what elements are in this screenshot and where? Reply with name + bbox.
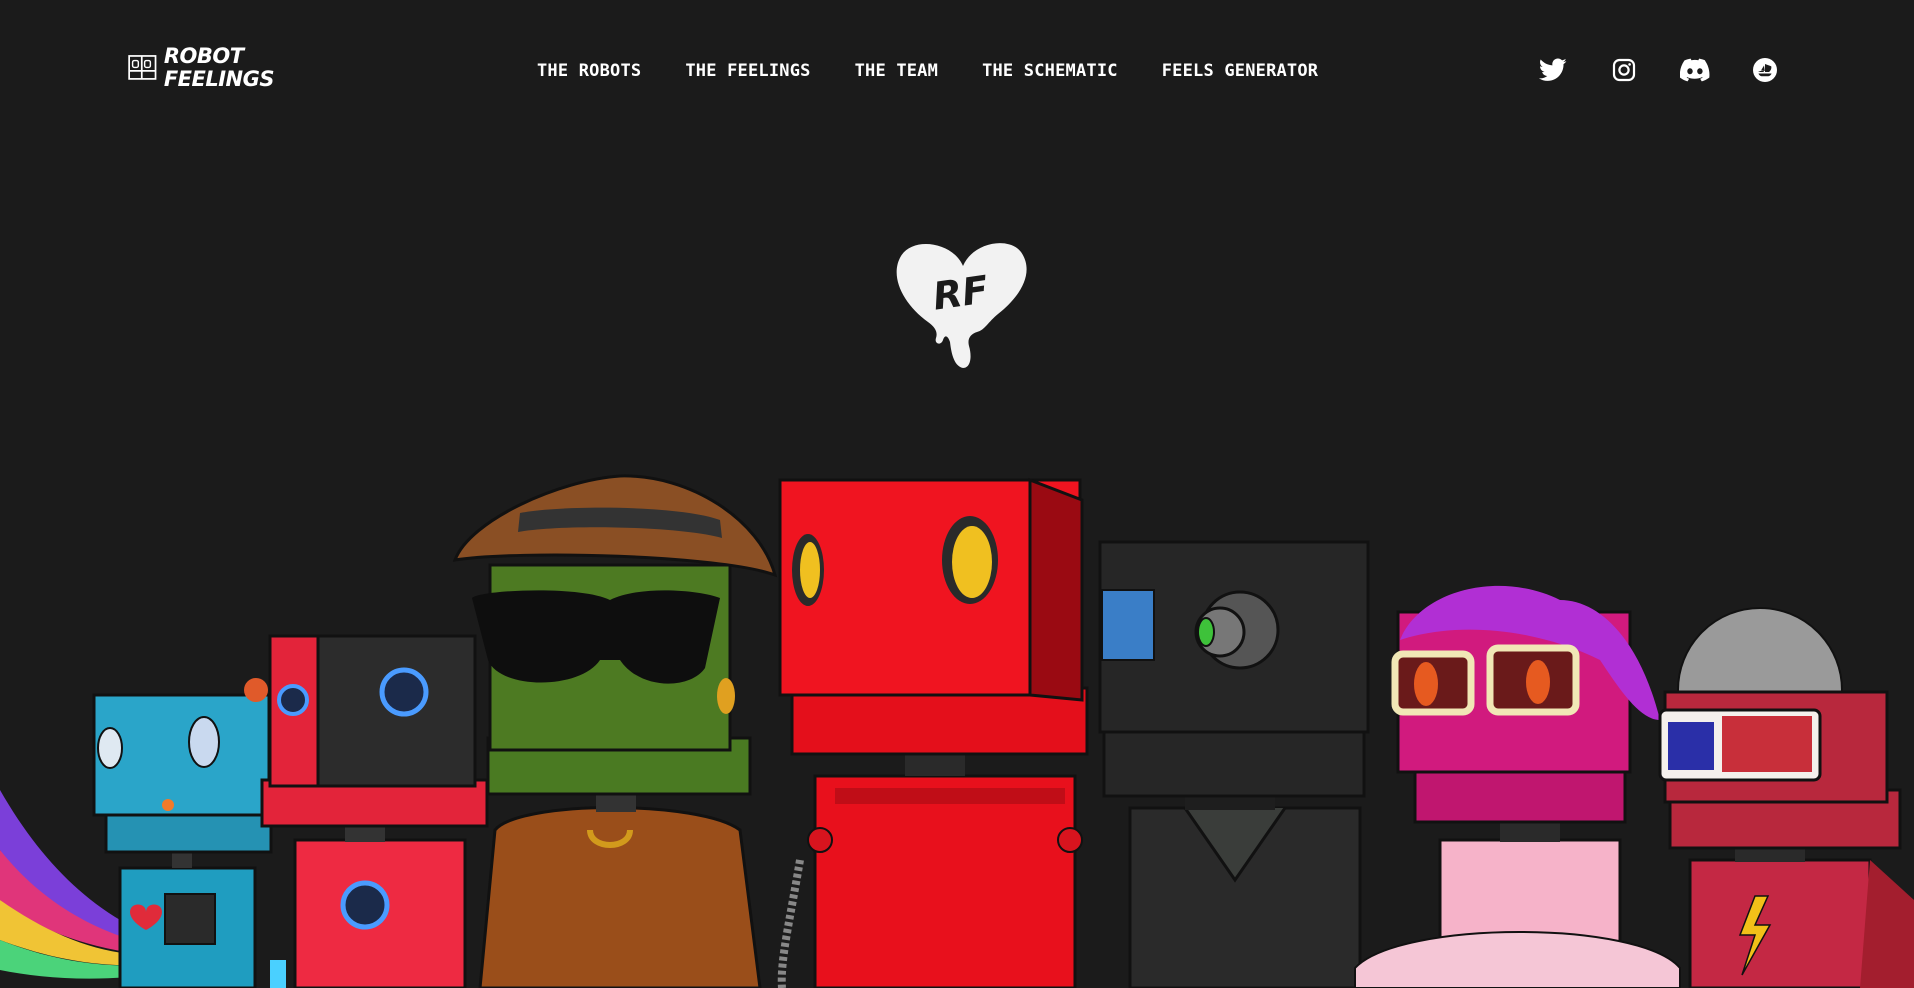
nav-the-robots[interactable]: THE ROBOTS bbox=[537, 61, 641, 81]
landing-page: ROBOT FEELINGS THE ROBOTS THE FEELINGS T… bbox=[0, 0, 1914, 988]
robot-green-detective bbox=[452, 474, 778, 988]
robot-black-camera bbox=[1098, 540, 1370, 988]
nav-feels-generator[interactable]: FEELS GENERATOR bbox=[1162, 61, 1319, 81]
nav-the-team[interactable]: THE TEAM bbox=[855, 61, 938, 81]
nav-the-schematic[interactable]: THE SCHEMATIC bbox=[982, 61, 1118, 81]
rf-heart-emblem: RF bbox=[896, 243, 1027, 368]
robot-pink-glasses bbox=[1354, 585, 1681, 988]
discord-icon bbox=[1680, 58, 1710, 82]
emblem-text: RF bbox=[930, 267, 991, 318]
robot-face-logo-icon bbox=[128, 55, 157, 80]
main-nav: THE ROBOTS THE FEELINGS THE TEAM THE SCH… bbox=[537, 61, 1318, 81]
logo-line-2: FEELINGS bbox=[163, 67, 275, 91]
twitter-icon bbox=[1539, 58, 1567, 81]
opensea-icon bbox=[1753, 58, 1777, 82]
robot-3d-glasses bbox=[1658, 607, 1914, 988]
robot-red-cyborg bbox=[260, 634, 489, 988]
logo-line-1: ROBOT bbox=[163, 44, 244, 68]
instagram-link[interactable] bbox=[1609, 55, 1639, 85]
robots-lineup-illustration bbox=[0, 474, 1914, 988]
instagram-icon bbox=[1612, 58, 1636, 82]
robot-red-center bbox=[777, 477, 1089, 988]
opensea-link[interactable] bbox=[1750, 55, 1780, 85]
discord-link[interactable] bbox=[1680, 55, 1710, 85]
robot-cyan bbox=[92, 678, 273, 988]
twitter-link[interactable] bbox=[1538, 55, 1568, 85]
site-logo[interactable]: ROBOT FEELINGS bbox=[128, 40, 275, 96]
logo-wordmark: ROBOT FEELINGS bbox=[163, 44, 275, 91]
nav-the-feelings[interactable]: THE FEELINGS bbox=[685, 61, 810, 81]
